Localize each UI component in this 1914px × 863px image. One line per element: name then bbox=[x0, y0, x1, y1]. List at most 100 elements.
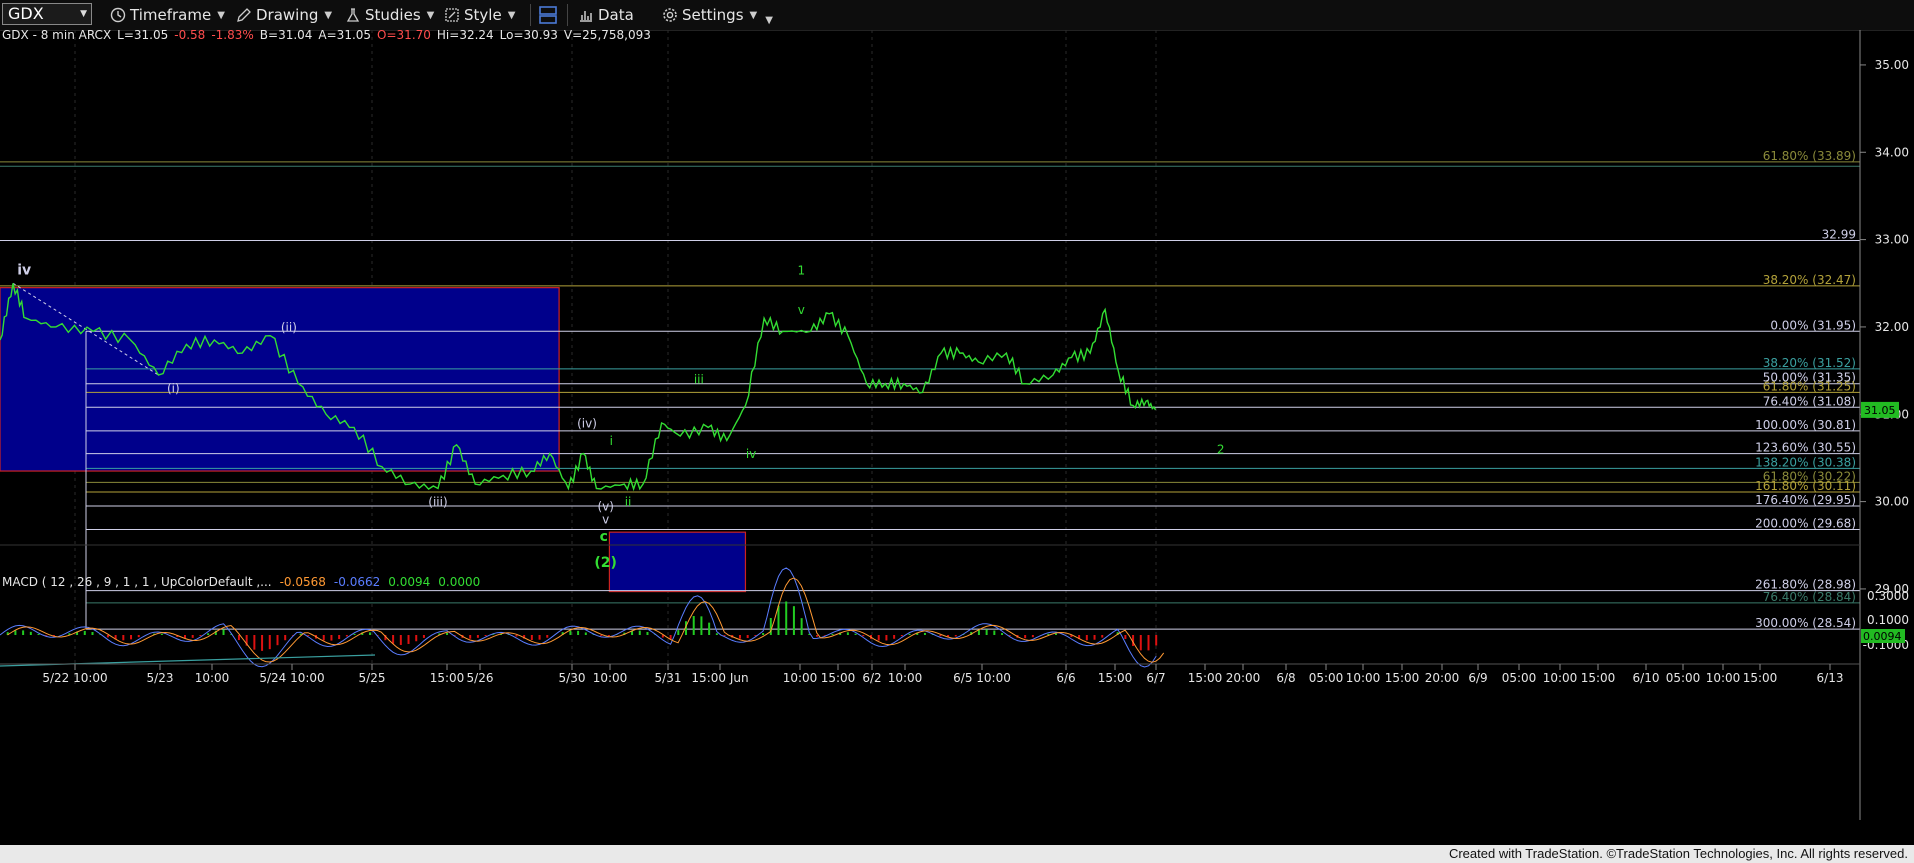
chevron-down-icon: ▼ bbox=[324, 9, 333, 21]
chevron-down-icon[interactable]: ▼ bbox=[80, 4, 87, 24]
fib-level-label: 32.99 bbox=[1822, 227, 1856, 241]
time-axis-label: 20:00 bbox=[1425, 671, 1460, 685]
time-axis-label: 05:00 bbox=[1309, 671, 1344, 685]
open-price: O=31.70 bbox=[377, 30, 431, 42]
chevron-down-icon: ▼ bbox=[426, 9, 435, 21]
flask-icon bbox=[346, 8, 360, 22]
time-axis-label: 5/30 bbox=[559, 671, 586, 685]
time-axis-label: 05:00 bbox=[1502, 671, 1537, 685]
macd-label: MACD ( 12 , 26 , 9 , 1 , 1 , UpColorDefa… bbox=[2, 575, 272, 589]
wave-label: (i) bbox=[167, 381, 180, 395]
time-axis-label: 5/23 bbox=[147, 671, 174, 685]
time-axis-label: 5/25 bbox=[359, 671, 386, 685]
drawing-label: Drawing bbox=[256, 6, 319, 24]
volume: V=25,758,093 bbox=[564, 30, 651, 42]
time-axis-label: 20:00 bbox=[1226, 671, 1261, 685]
fib-level-label: 76.40% (28.84) bbox=[1763, 590, 1856, 604]
copyright-credit: Created with TradeStation. ©TradeStation… bbox=[1448, 846, 1908, 861]
time-axis-label: 10:00 bbox=[1346, 671, 1381, 685]
layout-icon bbox=[539, 6, 557, 24]
fib-level-label: 300.00% (28.54) bbox=[1755, 616, 1856, 630]
macd-value-2: -0.0662 bbox=[334, 575, 380, 589]
macd-value-4: 0.0000 bbox=[438, 575, 480, 589]
timeframe-button[interactable]: Timeframe ▼ bbox=[110, 4, 225, 26]
symbol-value: GDX bbox=[8, 4, 44, 23]
last-price-badge-text: 31.05 bbox=[1864, 404, 1896, 417]
wave-label: v bbox=[602, 512, 609, 526]
symbol-info: GDX - 8 min ARCX L=31.05 -0.58 -1.83% B=31.0… bbox=[2, 30, 651, 42]
macd-value-1: -0.0568 bbox=[280, 575, 326, 589]
chevron-down-icon: ▼ bbox=[749, 9, 758, 21]
data-label: Data bbox=[598, 6, 634, 24]
wave-label: (v) bbox=[597, 499, 613, 513]
timeframe-label: Timeframe bbox=[130, 6, 212, 24]
time-axis-label: 10:00 bbox=[1543, 671, 1578, 685]
price-axis-label: 33.00 bbox=[1875, 233, 1909, 247]
symbol-input[interactable]: GDX ▼ bbox=[2, 3, 92, 25]
price-axis[interactable]: 35.0034.0033.0032.0031.0030.0029.0031.05 bbox=[1859, 30, 1909, 820]
studies-label: Studies bbox=[365, 6, 421, 24]
studies-button[interactable]: Studies ▼ bbox=[345, 4, 434, 26]
chart-header: GDX - 8 min ARCX L=31.05 -0.58 -1.83% B=31.0… bbox=[2, 30, 651, 42]
price-axis-label: 35.00 bbox=[1875, 58, 1909, 72]
time-axis-label: 6/13 bbox=[1817, 671, 1844, 685]
time-axis-label: 6/9 bbox=[1468, 671, 1487, 685]
layout-button[interactable] bbox=[538, 4, 562, 26]
time-axis-label: 15:00 Jun bbox=[691, 671, 748, 685]
fib-level-label: 0.00% (31.95) bbox=[1770, 318, 1856, 332]
settings-button[interactable]: Settings ▼ ▼ bbox=[662, 4, 773, 26]
time-axis-label: 5/26 bbox=[467, 671, 494, 685]
drawing-button[interactable]: Drawing ▼ bbox=[236, 4, 332, 26]
toolbar: GDX ▼ Timeframe ▼ Drawing ▼ Studies ▼ Style… bbox=[0, 0, 1914, 31]
style-label: Style bbox=[464, 6, 502, 24]
macd-value-badge-text: 0.0094 bbox=[1863, 630, 1902, 643]
fib-level-label: 61.80% (33.89) bbox=[1763, 149, 1856, 163]
time-axis-label: 10:00 bbox=[1706, 671, 1741, 685]
time-axis-label: 15:00 bbox=[1743, 671, 1778, 685]
svg-text:MACD ( 12 , 26 , 9 , 1 , 1 , U: MACD ( 12 , 26 , 9 , 1 , 1 , UpColorDefa… bbox=[2, 575, 480, 589]
fib-level-label: 176.40% (29.95) bbox=[1755, 493, 1856, 507]
wave-label: iii bbox=[694, 373, 704, 387]
wave-boxes bbox=[0, 287, 747, 593]
wave-label: 1 bbox=[798, 264, 806, 278]
macd-axis-label: 0.3000 bbox=[1867, 589, 1909, 603]
time-axis-label: 10:00 bbox=[783, 671, 818, 685]
toolbar-divider bbox=[530, 4, 531, 26]
macd-axis-label: 0.1000 bbox=[1867, 613, 1909, 627]
time-axis-label: 15:00 bbox=[821, 671, 856, 685]
wave-label: ii bbox=[625, 495, 632, 509]
fib-level-label: 38.20% (32.47) bbox=[1763, 273, 1856, 287]
fib-level-label: 161.80% (30.11) bbox=[1755, 479, 1856, 493]
pct-change: -1.83% bbox=[211, 30, 253, 42]
fib-level-label: 200.00% (29.68) bbox=[1755, 517, 1856, 531]
macd-panel: 0.30000.1000-0.10000.0094 bbox=[0, 544, 1909, 668]
data-button[interactable]: Data bbox=[578, 4, 634, 26]
time-axis-label: 05:00 bbox=[1666, 671, 1701, 685]
price-change: -0.58 bbox=[174, 30, 205, 42]
clock-icon bbox=[110, 7, 126, 23]
last-price: L=31.05 bbox=[117, 30, 168, 42]
high-price: Hi=32.24 bbox=[437, 30, 494, 42]
time-axis-label: 5/22 10:00 bbox=[42, 671, 107, 685]
style-icon bbox=[445, 8, 459, 22]
chevron-down-icon: ▼ bbox=[507, 9, 516, 21]
time-axis-label: 15:00 bbox=[1188, 671, 1223, 685]
time-axis-label: 5/31 bbox=[655, 671, 682, 685]
wave-label: 2 bbox=[1217, 443, 1225, 457]
bar-chart-icon bbox=[580, 11, 592, 22]
wave-target-box bbox=[0, 287, 560, 472]
price-chart[interactable]: 61.80% (33.89) 32.99 38.20% (32.47) 0.00% (… bbox=[0, 30, 1914, 845]
time-axis-label: 15:00 bbox=[1385, 671, 1420, 685]
wave-label: v bbox=[798, 303, 805, 317]
fib-level-label: 61.80% (31.25) bbox=[1763, 379, 1856, 393]
time-axis-label: 15:00 bbox=[1581, 671, 1616, 685]
time-axis-label: 6/10 bbox=[1633, 671, 1660, 685]
time-axis[interactable]: 5/22 10:00 5/23 10:00 5/24 10:00 5/25 15:00 5/… bbox=[0, 663, 1860, 685]
price-axis-label: 30.00 bbox=[1875, 495, 1909, 509]
style-button[interactable]: Style ▼ bbox=[444, 4, 515, 26]
price-axis-label: 34.00 bbox=[1875, 145, 1909, 159]
wave-label: c bbox=[600, 529, 608, 545]
time-axis-label: 5/24 10:00 bbox=[259, 671, 324, 685]
chevron-down-icon: ▼ bbox=[765, 14, 773, 26]
time-axis-label: 6/6 bbox=[1056, 671, 1075, 685]
